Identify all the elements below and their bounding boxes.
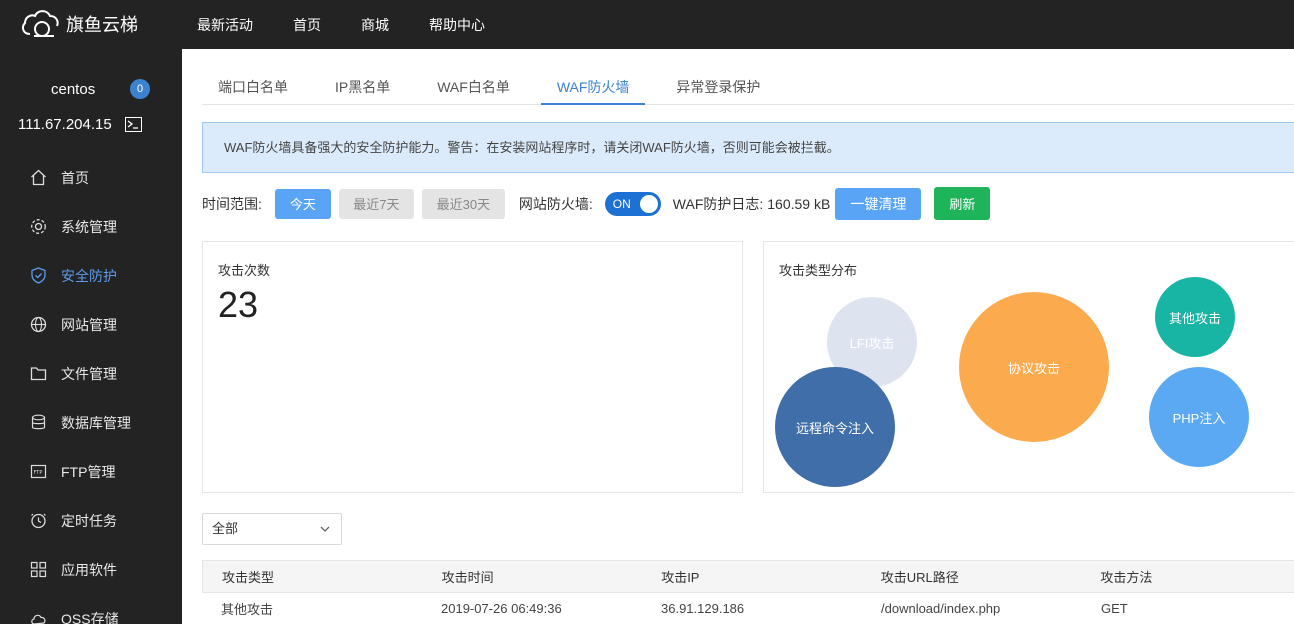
column-header: 攻击类型 — [222, 570, 275, 585]
tab-login-protection[interactable]: 异常登录保护 — [660, 75, 776, 105]
top-bar: 旗鱼云梯 最新活动 首页 商城 帮助中心 — [0, 0, 1294, 49]
sidebar-item-label: 安全防护 — [61, 267, 117, 284]
attack-log-table: 攻击类型 攻击时间 攻击IP 攻击URL路径 攻击方法 其他攻击 2019-07… — [202, 560, 1294, 624]
sidebar-item-label: 定时任务 — [61, 512, 117, 529]
sidebar-item-apps[interactable]: 应用软件 — [0, 545, 182, 594]
main-content: 端口白名单 IP黑名单 WAF白名单 WAF防火墙 异常登录保护 WAF防火墙具… — [182, 49, 1294, 624]
bubble-other[interactable]: 其他攻击 — [1155, 277, 1235, 357]
sidebar-item-label: 首页 — [61, 169, 89, 186]
tab-port-whitelist[interactable]: 端口白名单 — [202, 75, 304, 105]
cloud-logo-icon — [21, 10, 59, 37]
column-header: 攻击IP — [661, 570, 700, 585]
sidebar-item-files[interactable]: 文件管理 — [0, 349, 182, 398]
refresh-button[interactable]: 刷新 — [934, 187, 991, 220]
last-7-days-button[interactable]: 最近7天 — [338, 188, 414, 219]
sidebar-item-system[interactable]: 系统管理 — [0, 202, 182, 251]
topnav-latest[interactable]: 最新活动 — [197, 15, 253, 35]
table-header: 攻击类型 攻击时间 攻击IP 攻击URL路径 攻击方法 — [202, 560, 1294, 593]
sidebar-item-home[interactable]: 首页 — [0, 153, 182, 202]
svg-text:FTP: FTP — [34, 470, 43, 476]
attack-distribution-card: 攻击类型分布 LFI攻击 协议攻击 其他攻击 远程命令注入 PHP注入 — [763, 241, 1294, 493]
last-30-days-button[interactable]: 最近30天 — [421, 188, 505, 219]
clear-log-button[interactable]: 一键清理 — [835, 187, 922, 220]
sidebar-item-label: 应用软件 — [61, 561, 117, 578]
firewall-toggle[interactable]: ON — [604, 191, 661, 216]
time-range-label: 时间范围: — [202, 195, 262, 212]
cell-attack-url: /download/index.php — [881, 601, 1001, 616]
server-ip: 111.67.204.15 — [18, 116, 112, 133]
globe-icon — [30, 316, 47, 333]
tab-ip-blacklist[interactable]: IP黑名单 — [319, 75, 406, 105]
table-row: 其他攻击 2019-07-26 06:49:36 36.91.129.186 /… — [202, 593, 1294, 624]
sidebar-item-oss[interactable]: OSS存储 — [0, 594, 182, 624]
notification-badge[interactable]: 0 — [130, 79, 150, 99]
server-name: centos — [51, 81, 96, 98]
gear-icon — [30, 218, 47, 235]
cell-attack-ip: 36.91.129.186 — [661, 601, 745, 616]
topnav-help[interactable]: 帮助中心 — [429, 15, 485, 35]
attack-count-value: 23 — [218, 284, 259, 325]
column-header: 攻击URL路径 — [880, 570, 959, 585]
apps-icon — [30, 561, 47, 578]
cell-attack-time: 2019-07-26 06:49:36 — [441, 601, 562, 616]
warning-notice: WAF防火墙具备强大的安全防护能力。警告：在安装网站程序时，请关闭WAF防火墙，… — [202, 122, 1294, 173]
select-value: 全部 — [212, 521, 239, 536]
cell-attack-type: 其他攻击 — [221, 602, 274, 617]
sidebar-menu: 首页 系统管理 安全防护 网站管理 文件管理 数据库管理 FTP FTP管理 定 — [0, 153, 182, 624]
ftp-icon: FTP — [30, 463, 47, 480]
bubble-rce[interactable]: 远程命令注入 — [775, 367, 895, 487]
sidebar-item-label: 系统管理 — [61, 218, 117, 235]
column-header: 攻击方法 — [1100, 570, 1153, 585]
bubble-protocol[interactable]: 协议攻击 — [959, 292, 1109, 442]
security-tabs: 端口白名单 IP黑名单 WAF白名单 WAF防火墙 异常登录保护 — [202, 75, 1294, 105]
column-header: 攻击时间 — [441, 570, 494, 585]
sidebar-item-websites[interactable]: 网站管理 — [0, 300, 182, 349]
toggle-knob — [639, 194, 658, 213]
sidebar-item-label: 网站管理 — [61, 316, 117, 333]
attack-type-select[interactable]: 全部 — [202, 513, 342, 545]
sidebar-item-security[interactable]: 安全防护 — [0, 251, 182, 300]
today-button[interactable]: 今天 — [274, 188, 331, 219]
firewall-label: 网站防火墙: — [518, 195, 593, 212]
waf-log-label: WAF防护日志: — [672, 195, 764, 212]
cloud-icon — [30, 610, 47, 624]
attack-count-title: 攻击次数 — [218, 263, 271, 278]
sidebar-item-cron[interactable]: 定时任务 — [0, 496, 182, 545]
attack-distribution-title: 攻击类型分布 — [779, 263, 858, 278]
cell-attack-method: GET — [1101, 601, 1128, 616]
attack-count-card: 攻击次数 23 — [202, 241, 743, 493]
waf-log-size: 160.59 kB — [767, 195, 831, 212]
sidebar-item-ftp[interactable]: FTP FTP管理 — [0, 447, 182, 496]
shield-icon — [30, 267, 47, 284]
bubble-php-injection[interactable]: PHP注入 — [1149, 367, 1249, 467]
sidebar-item-label: 数据库管理 — [61, 414, 131, 431]
sidebar-item-label: FTP管理 — [61, 463, 116, 480]
home-icon — [30, 169, 47, 186]
sidebar: centos 0 111.67.204.15 首页 系统管理 安全防护 网站管理… — [0, 49, 182, 624]
toggle-state: ON — [612, 196, 631, 211]
brand-logo[interactable]: 旗鱼云梯 — [20, 6, 138, 42]
brand-name: 旗鱼云梯 — [66, 15, 138, 35]
clock-icon — [30, 512, 47, 529]
sidebar-item-label: OSS存储 — [61, 610, 119, 624]
terminal-icon[interactable] — [125, 117, 142, 132]
topnav-home[interactable]: 首页 — [293, 15, 321, 35]
sidebar-item-label: 文件管理 — [61, 365, 117, 382]
chevron-down-icon — [320, 526, 330, 532]
top-nav: 最新活动 首页 商城 帮助中心 — [197, 0, 525, 49]
tab-waf-firewall[interactable]: WAF防火墙 — [540, 75, 646, 105]
topnav-store[interactable]: 商城 — [361, 15, 389, 35]
database-icon — [30, 414, 47, 431]
sidebar-item-database[interactable]: 数据库管理 — [0, 398, 182, 447]
filter-toolbar: 时间范围: 今天 最近7天 最近30天 网站防火墙: ON WAF防护日志: 1… — [202, 187, 991, 220]
tab-waf-whitelist[interactable]: WAF白名单 — [421, 75, 526, 105]
folder-icon — [30, 365, 47, 382]
